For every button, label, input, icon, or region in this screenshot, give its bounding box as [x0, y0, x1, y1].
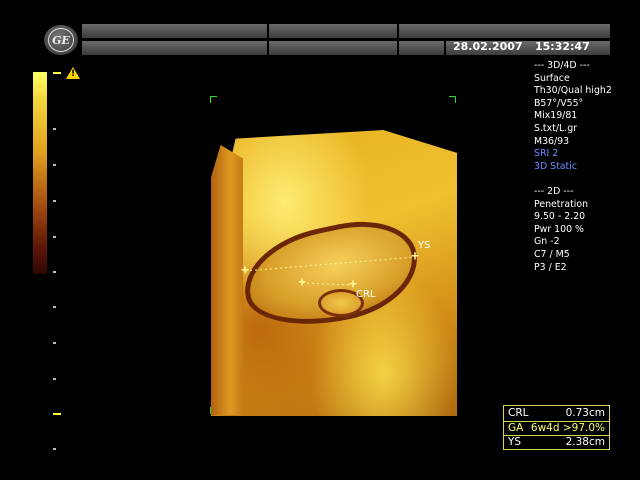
info-line: Gn -2	[534, 236, 560, 248]
info-line-highlight: SRI 2	[534, 148, 559, 160]
info-line: B57°/V55°	[534, 97, 584, 109]
info-line: --- 2D ---	[534, 185, 574, 197]
result-label: GA	[508, 422, 524, 434]
info-line-highlight: 3D Static	[534, 160, 577, 172]
info-line: P3 / E2	[534, 261, 567, 273]
result-label: YS	[508, 436, 522, 448]
info-line: Th30/Qual high2	[534, 85, 612, 97]
info-line: S.txt/L.gr	[534, 122, 577, 134]
measurement-results: CRL 0.73cm GA 6w4d >97.0% YS 2.38cm	[503, 405, 610, 450]
caliper-marker[interactable]: +	[239, 264, 251, 277]
crl-label: CRL	[356, 289, 376, 300]
settings-panel: --- 3D/4D --- Surface Th30/Qual high2 B5…	[534, 60, 634, 274]
info-line: C7 / M5	[534, 248, 570, 260]
result-row-ga: GA 6w4d >97.0%	[508, 422, 605, 435]
ys-measure-line	[244, 256, 416, 272]
info-line: Penetration	[534, 198, 589, 210]
caliper-marker[interactable]: +	[409, 250, 421, 263]
result-value: 2.38cm	[565, 436, 605, 448]
ys-label: YS	[418, 240, 431, 251]
info-line: 9.50 - 2.20	[534, 211, 586, 223]
crl-measure-line	[301, 282, 354, 286]
info-line: M36/93	[534, 135, 570, 147]
info-line: Pwr 100 %	[534, 223, 584, 235]
info-line: Surface	[534, 72, 570, 84]
caliper-marker[interactable]: +	[296, 276, 308, 289]
result-value: 0.73cm	[565, 407, 605, 419]
result-value: 6w4d >97.0%	[530, 422, 605, 434]
result-row-crl: CRL 0.73cm	[508, 407, 605, 420]
info-line: --- 3D/4D ---	[534, 60, 590, 71]
info-line: Mix19/81	[534, 110, 578, 122]
result-label: CRL	[508, 407, 529, 419]
result-row-ys: YS 2.38cm	[508, 436, 605, 449]
